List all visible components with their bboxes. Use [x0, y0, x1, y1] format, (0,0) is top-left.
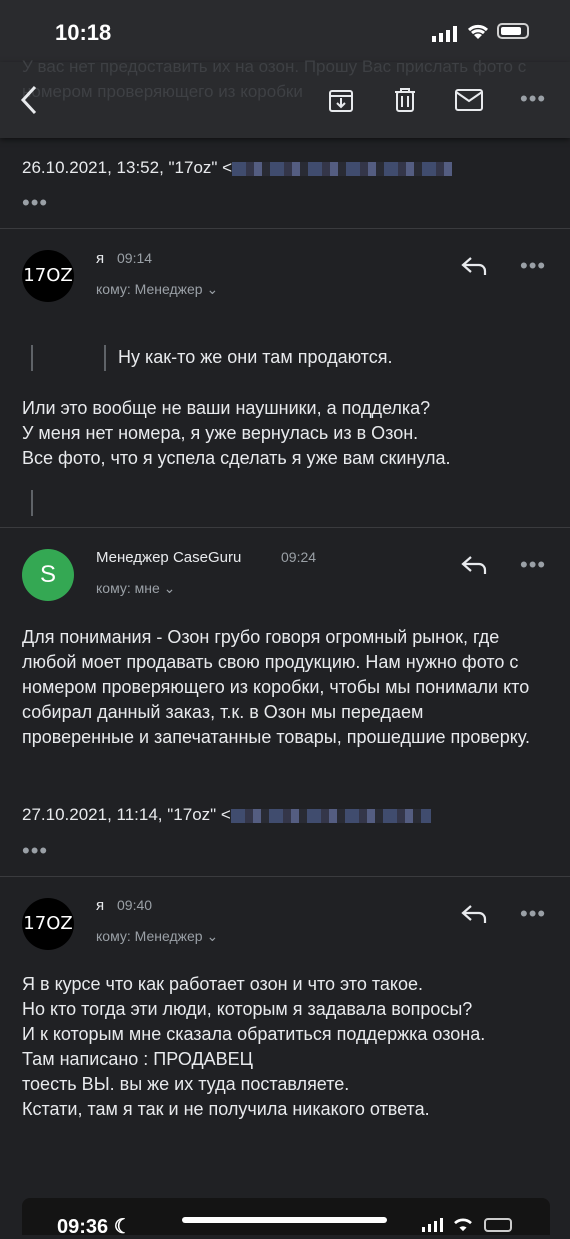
sender-name: я [96, 897, 105, 914]
delete-icon[interactable] [392, 86, 418, 114]
message-more-icon[interactable]: ••• [520, 253, 546, 279]
blurred-email [232, 161, 453, 176]
recipient-label: кому: Менеджер [96, 281, 203, 297]
quote-bar [31, 345, 33, 371]
show-trimmed-content[interactable]: ••• [22, 838, 48, 864]
divider [0, 228, 570, 229]
wifi-icon [467, 24, 489, 39]
reply-icon[interactable] [460, 554, 488, 576]
mail-icon[interactable] [454, 88, 484, 112]
message-time: 09:24 [281, 549, 317, 565]
top-toolbar: У вас нет предоставить их на озон. Прошу… [0, 57, 570, 138]
embedded-time: 09:36 ☾ [57, 1216, 132, 1238]
avatar: 17OZ [22, 250, 74, 302]
avatar: 17OZ [22, 898, 74, 950]
quoted-header-text: 27.10.2021, 11:14, "17oz" < [22, 805, 231, 824]
chevron-down-icon: ⌄ [163, 580, 176, 596]
signal-icon [432, 26, 457, 42]
status-time: 10:18 [55, 20, 112, 45]
divider [0, 876, 570, 877]
back-arrow-icon[interactable] [18, 84, 40, 116]
home-indicator[interactable] [182, 1217, 387, 1223]
message-body: Или это вообще не ваши наушники, а подде… [22, 398, 451, 468]
quoted-header: 26.10.2021, 13:52, "17oz" < [22, 158, 453, 178]
divider [0, 527, 570, 528]
message-more-icon[interactable]: ••• [520, 552, 546, 578]
more-options-icon[interactable]: ••• [520, 86, 546, 112]
recipient-label: кому: мне [96, 580, 160, 596]
blurred-email [230, 808, 431, 823]
quote-bar-inner [104, 345, 106, 371]
archive-icon[interactable] [327, 86, 355, 114]
message-time: 09:40 [117, 897, 153, 913]
sender-name: я [96, 250, 105, 267]
quoted-header: 27.10.2021, 11:14, "17oz" < [22, 805, 431, 825]
reply-icon[interactable] [460, 903, 488, 925]
embedded-status-bar: 09:36 ☾ [22, 1198, 550, 1238]
message-more-icon[interactable]: ••• [520, 901, 546, 927]
quote-bar-end [31, 490, 33, 516]
quoted-text: Ну как-то же они там продаются. [118, 347, 393, 367]
message-body: Для понимания - Озон грубо говоря огромн… [22, 627, 530, 747]
recipient-label: кому: Менеджер [96, 928, 203, 944]
signal-icon [422, 1218, 443, 1232]
battery-icon [484, 1218, 512, 1232]
status-bar: 10:18 [0, 0, 570, 62]
quoted-header-text: 26.10.2021, 13:52, "17oz" < [22, 158, 233, 177]
message-body: Я в курсе что как работает озон и что эт… [22, 974, 486, 1119]
avatar: S [22, 549, 74, 601]
wifi-icon [454, 1218, 472, 1232]
show-trimmed-content[interactable]: ••• [22, 190, 48, 216]
message-time: 09:14 [117, 250, 153, 266]
sender-name: Менеджер CaseGuru [96, 549, 242, 566]
chevron-down-icon: ⌄ [206, 281, 219, 297]
battery-icon [497, 23, 529, 39]
recipient-toggle[interactable]: кому: Менеджер ⌄ [96, 281, 218, 298]
reply-icon[interactable] [460, 255, 488, 277]
recipient-toggle[interactable]: кому: мне ⌄ [96, 580, 175, 597]
chevron-down-icon: ⌄ [206, 928, 219, 944]
recipient-toggle[interactable]: кому: Менеджер ⌄ [96, 928, 218, 945]
